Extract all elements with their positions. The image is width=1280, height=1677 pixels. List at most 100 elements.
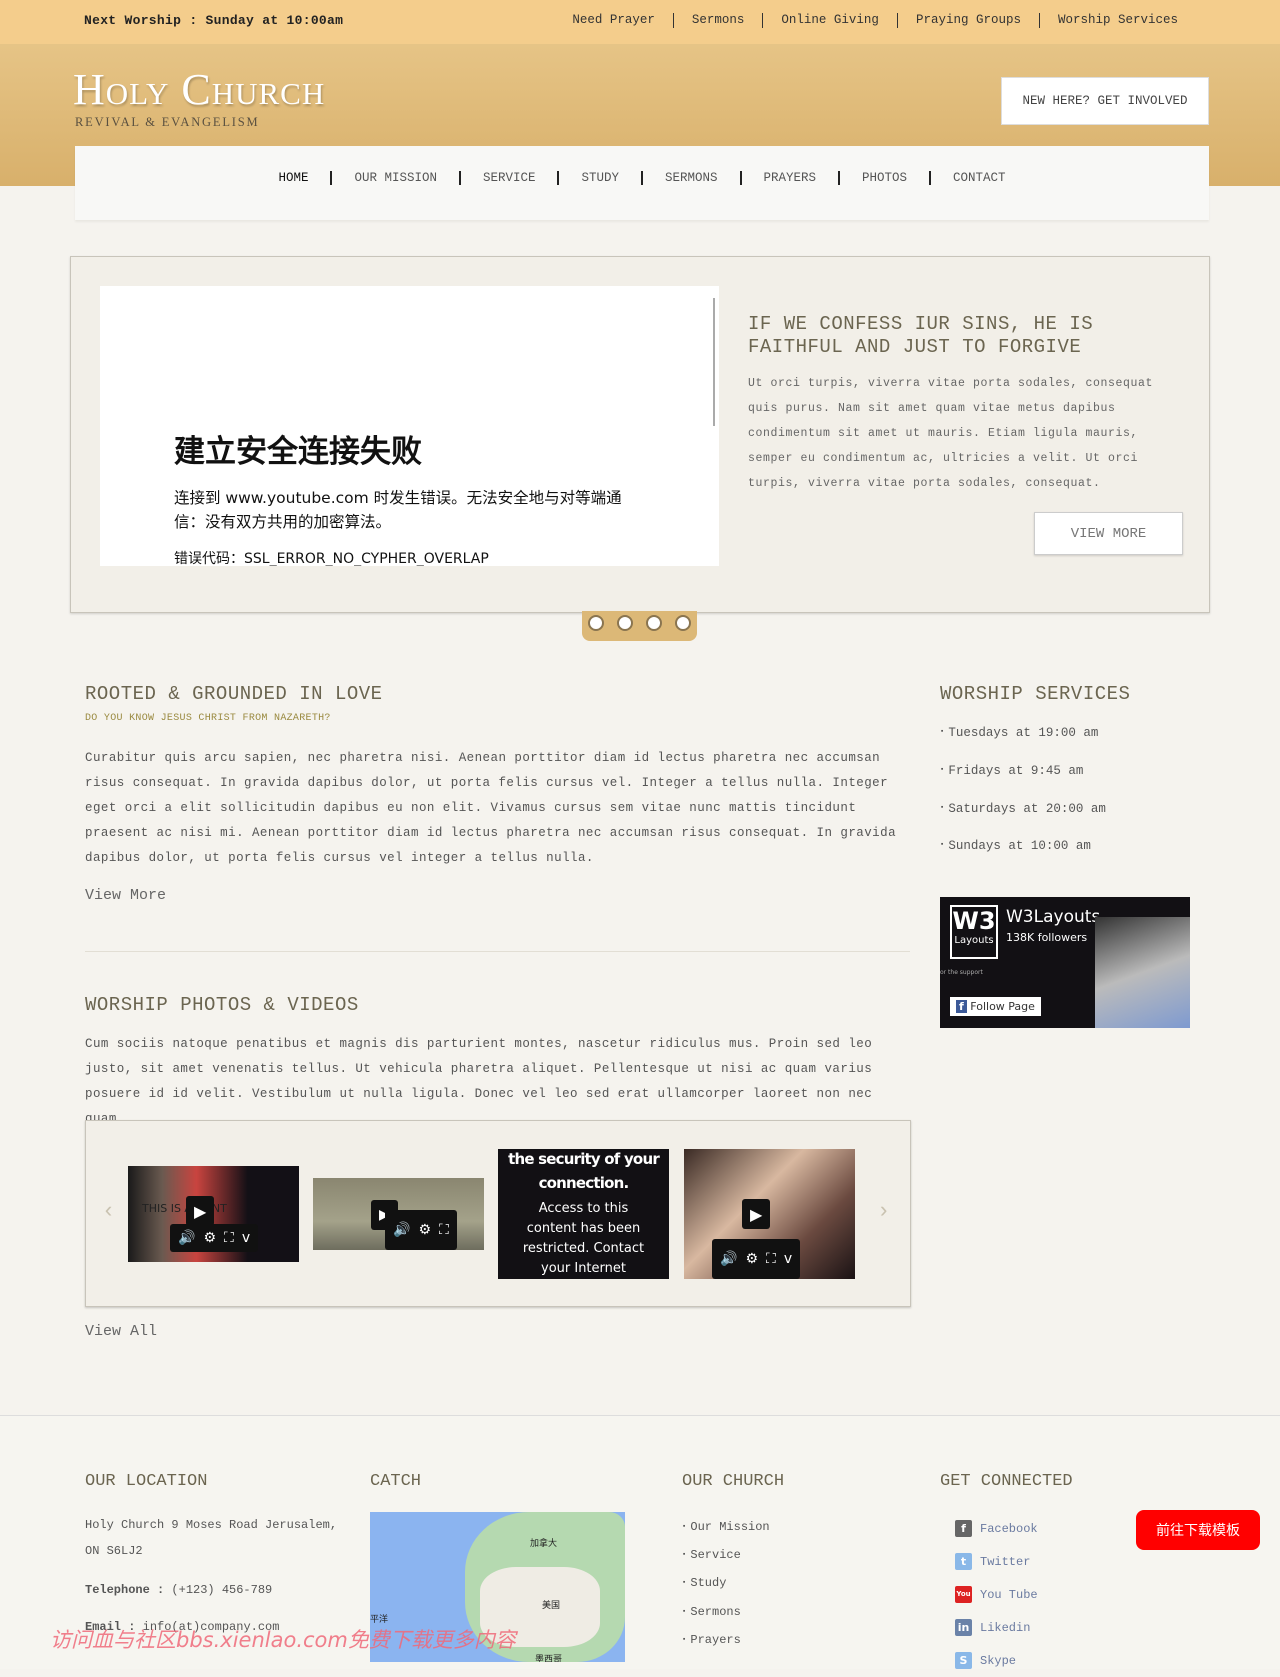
fullscreen-icon[interactable]: ⛶ — [766, 1251, 776, 1267]
view-more-button[interactable]: VIEW MORE — [1034, 512, 1183, 555]
fb-followers: 138K followers — [1006, 931, 1088, 944]
youtube-icon: You — [955, 1586, 972, 1603]
error-title: 建立安全连接失败 — [174, 434, 422, 470]
footer-link-sermons[interactable]: Sermons — [682, 1598, 770, 1626]
logo[interactable]: Holy Church — [73, 64, 325, 115]
map-label: 美国 — [542, 1601, 561, 1611]
carousel-prev-icon[interactable]: ‹ — [102, 1199, 115, 1224]
volume-icon[interactable]: 🔊 — [720, 1251, 737, 1267]
facebook-icon: f — [956, 1000, 967, 1013]
carousel-next-icon[interactable]: › — [877, 1199, 890, 1224]
social-facebook[interactable]: f Facebook — [955, 1512, 1038, 1545]
service-item: Saturdays at 20:00 am — [940, 790, 1106, 828]
about-view-more-link[interactable]: View More — [85, 887, 166, 904]
footer-telephone: Telephone : (+123) 456-789 — [85, 1583, 273, 1597]
tagline: REVIVAL & EVANGELISM — [75, 115, 260, 129]
social-linkedin[interactable]: in Likedin — [955, 1611, 1038, 1644]
volume-icon[interactable]: 🔊 — [393, 1222, 410, 1238]
w3layouts-logo: W3 Layouts — [950, 905, 998, 959]
watermark: 访问血与社区bbs.xienlao.com免费下载更多内容 — [50, 1628, 516, 1652]
footer-link-study[interactable]: Study — [682, 1569, 770, 1597]
footer-link-prayers[interactable]: Prayers — [682, 1626, 770, 1654]
map-label: 墨西哥 — [535, 1655, 563, 1662]
top-link-sermons[interactable]: Sermons — [672, 13, 763, 28]
skype-icon: S — [955, 1652, 972, 1669]
top-link-need-prayer[interactable]: Need Prayer — [554, 13, 673, 28]
top-links: Need Prayer Sermons Online Giving Prayin… — [554, 13, 1196, 28]
footer-address: Holy Church 9 Moses Road Jerusalem, ON S… — [85, 1518, 338, 1558]
about-subtitle: DO YOU KNOW JESUS CHRIST FROM NAZARETH? — [85, 713, 331, 724]
nav-our-mission[interactable]: OUR MISSION — [330, 171, 459, 185]
slider-dot-4[interactable] — [675, 615, 691, 631]
settings-icon[interactable]: ⚙ — [203, 1230, 216, 1246]
media-title: WORSHIP PHOTOS & VIDEOS — [85, 994, 359, 1016]
vimeo-icon: v — [783, 1251, 793, 1267]
nav-study[interactable]: STUDY — [557, 171, 641, 185]
top-bar: Next Worship : Sunday at 10:00am Need Pr… — [0, 0, 1280, 44]
download-template-button[interactable]: 前往下载模板 — [1136, 1510, 1260, 1550]
social-skype[interactable]: S Skype — [955, 1644, 1038, 1677]
fullscreen-icon[interactable]: ⛶ — [439, 1222, 449, 1238]
nav-service[interactable]: SERVICE — [458, 171, 558, 185]
settings-icon[interactable]: ⚙ — [745, 1251, 758, 1267]
section-divider — [85, 951, 910, 952]
vimeo-icon: v — [241, 1230, 251, 1246]
footer-link-service[interactable]: Service — [682, 1541, 770, 1569]
footer-catch-title: CATCH — [370, 1472, 422, 1491]
slider-dot-3[interactable] — [646, 615, 662, 631]
slider-dot-1[interactable] — [588, 615, 604, 631]
video-3-title: the security of your connection. — [508, 1150, 660, 1192]
nav-prayers[interactable]: PRAYERS — [739, 171, 839, 185]
footer-link-our-mission[interactable]: Our Mission — [682, 1513, 769, 1541]
main-nav: HOME OUR MISSION SERVICE STUDY SERMONS P… — [75, 146, 1209, 220]
services-title: WORSHIP SERVICES — [940, 683, 1131, 705]
footer-church-title: OUR CHURCH — [682, 1472, 785, 1491]
linkedin-icon: in — [955, 1619, 972, 1636]
slide-text: Ut orci turpis, viverra vitae porta soda… — [748, 377, 1154, 490]
nav-contact[interactable]: CONTACT — [929, 171, 1028, 185]
social-twitter[interactable]: t Twitter — [955, 1545, 1038, 1578]
facebook-widget[interactable]: W3 Layouts W3Layouts 138K followers or t… — [940, 897, 1190, 1028]
view-all-link[interactable]: View All — [85, 1323, 157, 1340]
video-1-overlay: THIS IS A MENT — [142, 1202, 227, 1215]
embed-scrollbar[interactable] — [713, 298, 715, 426]
video-controls[interactable]: 🔊 ⚙ ⛶ v — [170, 1224, 259, 1252]
service-item: Sundays at 10:00 am — [940, 827, 1106, 865]
video-thumb-3[interactable]: the security of your connection. Access … — [498, 1149, 669, 1279]
social-youtube[interactable]: You You Tube — [955, 1578, 1038, 1611]
footer-connected-title: GET CONNECTED — [940, 1472, 1073, 1491]
video-thumb-4[interactable]: ▶ 🔊 ⚙ ⛶ v — [684, 1149, 855, 1279]
video-thumb-1[interactable]: THIS IS A MENT ▶ 🔊 ⚙ ⛶ v — [128, 1166, 299, 1262]
nav-photos[interactable]: PHOTOS — [838, 171, 929, 185]
map-label: 加拿大 — [530, 1539, 558, 1549]
video-3-body: Access to this content has been restrict… — [522, 1201, 645, 1276]
nav-home[interactable]: HOME — [256, 171, 330, 185]
top-link-worship-services[interactable]: Worship Services — [1038, 13, 1196, 28]
about-title: ROOTED & GROUNDED IN LOVE — [85, 683, 383, 705]
follow-page-button[interactable]: f Follow Page — [950, 997, 1041, 1016]
fullscreen-icon[interactable]: ⛶ — [224, 1230, 234, 1246]
play-icon[interactable]: ▶ — [186, 1196, 215, 1226]
slide-heading: IF WE CONFESS IUR SINS, HE IS FAITHFUL A… — [748, 313, 1094, 358]
nav-sermons[interactable]: SERMONS — [641, 171, 740, 185]
settings-icon[interactable]: ⚙ — [418, 1222, 431, 1238]
error-message: 连接到 www.youtube.com 时发生错误。无法安全地与对等端通信：没有… — [174, 489, 622, 531]
volume-icon[interactable]: 🔊 — [178, 1230, 195, 1246]
slider-dot-2[interactable] — [617, 615, 633, 631]
facebook-icon: f — [955, 1520, 972, 1537]
footer-church-links: Our Mission Service Study Sermons Prayer… — [682, 1513, 770, 1654]
service-item: Tuesdays at 19:00 am — [940, 714, 1106, 752]
play-icon[interactable]: ▶ — [742, 1199, 771, 1229]
slider-pagination — [582, 611, 697, 641]
services-list: Tuesdays at 19:00 am Fridays at 9:45 am … — [940, 714, 1106, 865]
video-controls[interactable]: 🔊 ⚙ ⛶ — [385, 1210, 457, 1250]
about-text: Curabitur quis arcu sapien, nec pharetra… — [85, 751, 897, 865]
hero-slider: 建立安全连接失败 连接到 www.youtube.com 时发生错误。无法安全地… — [70, 256, 1210, 613]
top-link-praying-groups[interactable]: Praying Groups — [896, 13, 1039, 28]
get-involved-button[interactable]: NEW HERE? GET INVOLVED — [1001, 77, 1209, 125]
media-text: Cum sociis natoque penatibus et magnis d… — [85, 1037, 873, 1126]
top-link-online-giving[interactable]: Online Giving — [762, 13, 897, 28]
video-controls[interactable]: 🔊 ⚙ ⛶ v — [712, 1239, 801, 1279]
service-item: Fridays at 9:45 am — [940, 752, 1106, 790]
video-thumb-2[interactable]: ▶ 🔊⚙⛶ — [313, 1178, 484, 1250]
